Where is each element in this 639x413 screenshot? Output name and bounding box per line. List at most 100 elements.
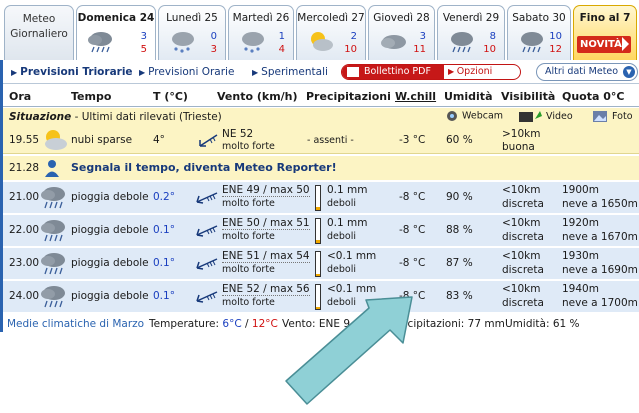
tab-fino-al-7[interactable]: Fino al 7 NOVITÀ: [573, 5, 637, 60]
column-header-precipitazioni: Precipitazioni: [306, 90, 391, 103]
bollettino-pdf-group: Bollettino PDF ▶ Opzioni: [341, 64, 521, 80]
arrow-right-icon: [622, 37, 629, 51]
situazione-row: Situazione - Ultimi dati rilevati (Tries…: [3, 108, 639, 127]
webcam-label: Webcam: [462, 110, 504, 122]
forecast-quota-sub: neve a 1650m: [562, 198, 638, 210]
annotation-arrow-icon: [285, 296, 413, 405]
column-header-temperatura: T (°C): [153, 90, 188, 103]
wind-arrow-icon: [196, 291, 218, 303]
forecast-vento-sub: molto forte: [222, 231, 275, 242]
forecast-tempo: pioggia debole: [71, 257, 149, 269]
current-tempo: nubi sparse: [71, 134, 133, 146]
tab-min-temp: 0: [210, 31, 217, 42]
altri-dati-meteo-dropdown[interactable]: Altri dati Meteo ▼: [536, 63, 638, 81]
current-umidita: 60 %: [446, 134, 473, 146]
current-wind-chill: -3 °C: [399, 134, 426, 146]
tab-min-temp: 1: [278, 31, 285, 42]
tab-meteo-giornaliero[interactable]: Meteo Giornaliero: [4, 5, 74, 60]
situazione-sub: - Ultimi dati rilevati (Trieste): [71, 111, 222, 123]
current-visibilita: >10km: [502, 128, 541, 140]
tab-domenica-24[interactable]: Domenica 24 3 5: [76, 5, 156, 60]
nav-sperimentali[interactable]: ▶ Sperimentali: [252, 66, 328, 78]
forecast-precipitazioni: 0.1 mm: [327, 217, 368, 229]
rain-cloud-icon: [521, 32, 543, 53]
forecast-visibilita-sub: discreta: [502, 198, 544, 210]
webcam-icon: [447, 111, 457, 121]
forecast-vento: ENE 50 / max 51: [222, 217, 310, 230]
medie-temperature: Temperature: 6°C / 12°C: [149, 318, 278, 330]
tab-sabato-30[interactable]: Sabato 30 10 12: [507, 5, 571, 60]
tab-label: Venerdì 29: [442, 12, 500, 24]
forecast-vento: ENE 49 / max 50: [222, 184, 310, 197]
forecast-visibilita-sub: discreta: [502, 264, 544, 276]
forecast-temperatura: 0.1°: [153, 290, 175, 302]
reporter-link[interactable]: Segnala il tempo, diventa Meteo Reporter…: [71, 161, 337, 174]
temperature-min: 6°C: [222, 318, 242, 330]
forecast-quota-sub: neve a 1690m: [562, 264, 638, 276]
forecast-precipitazioni: 0.1 mm: [327, 184, 368, 196]
precipitation-gauge: [315, 218, 321, 244]
situazione-title: Situazione - Ultimi dati rilevati (Tries…: [9, 111, 222, 123]
tab-min-temp: 8: [489, 31, 496, 42]
opzioni-label: Opzioni: [456, 66, 493, 77]
rain-cloud-icon: [41, 187, 65, 209]
novita-badge[interactable]: NOVITÀ: [577, 36, 631, 53]
foto-link[interactable]: Foto: [593, 110, 633, 123]
forecast-temperatura: 0.2°: [153, 191, 175, 203]
nav-label: Previsioni Triorarie: [20, 66, 133, 78]
forecast-ora: 24.00: [9, 290, 40, 302]
snow-cloud-icon: [172, 32, 194, 53]
current-ora: 19.55: [9, 134, 40, 146]
forecast-visibilita: <10km: [502, 283, 541, 295]
tab-venerdi-29[interactable]: Venerdì 29 8 10: [437, 5, 505, 60]
nav-previsioni-triorarie[interactable]: ▶ Previsioni Triorarie: [11, 66, 133, 78]
video-link[interactable]: Video: [519, 110, 573, 123]
wind-arrow-icon: [196, 192, 218, 204]
rain-cloud-icon: [41, 286, 65, 308]
current-vento-sub: molto forte: [222, 141, 275, 152]
video-icon: [519, 111, 542, 122]
forecast-ora: 23.00: [9, 257, 40, 269]
wind-arrow-icon: [196, 258, 218, 270]
current-temperatura: 4°: [153, 134, 165, 146]
tab-mercoledi-27[interactable]: Mercoledì 27 2 10: [296, 5, 366, 60]
forecast-visibilita: <10km: [502, 217, 541, 229]
forecast-quota: 1930m: [562, 250, 599, 262]
tab-lunedi-25[interactable]: Lunedì 25 0 3: [158, 5, 226, 60]
tab-max-temp: 3: [210, 44, 217, 55]
rain-cloud-icon: [41, 220, 65, 242]
forecast-wind-chill: -8 °C: [399, 257, 426, 269]
tab-martedi-26[interactable]: Martedì 26 1 4: [228, 5, 294, 60]
tab-min-temp: 2: [350, 31, 357, 42]
nav-bar: ▶ Previsioni Triorarie ▶ Previsioni Orarie…: [3, 60, 639, 84]
tab-label: Lunedì 25: [166, 12, 218, 24]
opzioni-button[interactable]: ▶ Opzioni: [448, 66, 492, 77]
medie-climatiche-link[interactable]: Medie climatiche di Marzo: [7, 318, 144, 330]
cloud-icon: [381, 35, 406, 49]
wind-arrow-icon: [196, 225, 218, 237]
forecast-umidita: 87 %: [446, 257, 473, 269]
current-visibilita-sub: buona: [502, 141, 535, 153]
tab-giovedi-28[interactable]: Giovedì 28 3 11: [368, 5, 435, 60]
forecast-visibilita: <10km: [502, 250, 541, 262]
tab-label: Fino al 7: [579, 12, 631, 24]
wind-arrow-icon: [199, 134, 218, 147]
tab-label-line2: Giornaliero: [10, 28, 68, 40]
column-header-wind-chill[interactable]: W.chill: [395, 90, 436, 103]
forecast-visibilita: <10km: [502, 184, 541, 196]
triangle-right-icon: ▶: [448, 67, 457, 76]
forecast-vento-sub: molto forte: [222, 297, 275, 308]
precipitation-gauge: [315, 185, 321, 211]
triangle-right-icon: ▶: [11, 68, 18, 77]
forecast-temperatura: 0.1°: [153, 224, 175, 236]
precipitation-gauge-fill: [316, 274, 320, 276]
video-label: Video: [546, 111, 573, 122]
meteo-reporter-row[interactable]: 21.28 Segnala il tempo, diventa Meteo Re…: [3, 156, 639, 180]
forecast-quota-sub: neve a 1670m: [562, 231, 638, 243]
nav-previsioni-orarie[interactable]: ▶ Previsioni Orarie: [139, 66, 234, 78]
rain-cloud-icon: [88, 32, 112, 53]
forecast-tempo: pioggia debole: [71, 191, 149, 203]
forecast-temperatura: 0.1°: [153, 257, 175, 269]
bollettino-pdf-button[interactable]: Bollettino PDF: [342, 65, 444, 79]
webcam-link[interactable]: Webcam: [445, 110, 503, 122]
